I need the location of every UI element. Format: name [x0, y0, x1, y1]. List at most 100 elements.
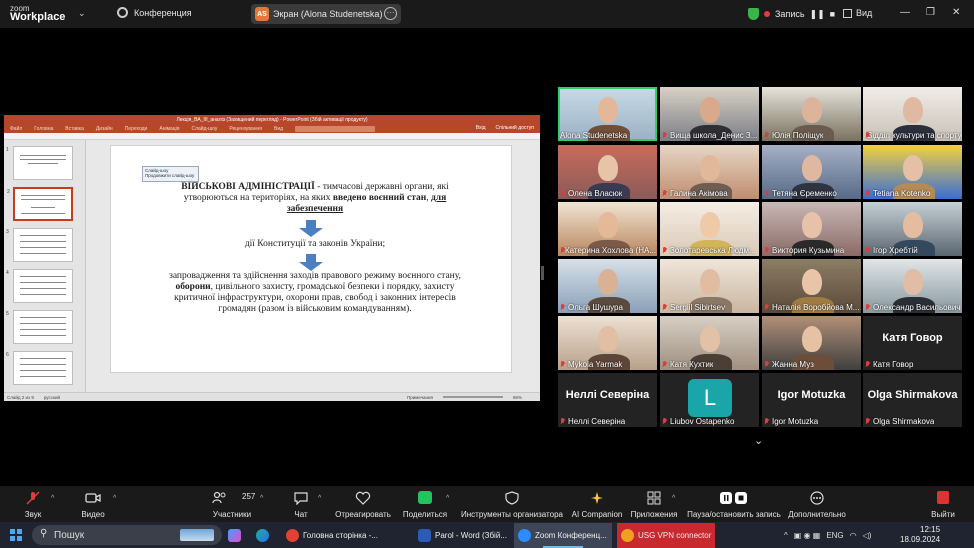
- participant-tile[interactable]: Юлія Поліщук: [762, 87, 861, 141]
- stop-recording-icon[interactable]: ■: [830, 9, 835, 19]
- notes-button[interactable]: Примечания: [407, 395, 433, 400]
- restore-icon[interactable]: ❐: [926, 7, 935, 18]
- participant-name-label: Ольга Шушура: [568, 303, 623, 312]
- language-indicator[interactable]: ENG: [826, 531, 843, 540]
- task-word[interactable]: Parol - Word (Збій...: [414, 523, 510, 548]
- participant-tile[interactable]: Катерина Хохлова (НА...: [558, 202, 657, 256]
- ai-companion-button[interactable]: AI Companion: [572, 486, 622, 522]
- more-icon[interactable]: ···: [384, 7, 397, 20]
- participant-tile[interactable]: L Liubov Ostapenko: [660, 373, 759, 427]
- copilot-app-icon[interactable]: [224, 523, 241, 548]
- task-zoom[interactable]: Zoom Конференц...: [514, 523, 612, 548]
- participant-name-label: Igor Motuzka: [772, 417, 819, 426]
- participant-tile[interactable]: Тетяна Єременко: [762, 145, 861, 199]
- react-button[interactable]: Отреагировать: [334, 486, 392, 522]
- participant-tile[interactable]: Золотаревська Людм...: [660, 202, 759, 256]
- conference-info-button[interactable]: Конференция: [103, 7, 192, 18]
- zoom-slider[interactable]: [442, 396, 503, 398]
- share-caret-icon[interactable]: ^: [446, 495, 449, 502]
- slide-thumb-2[interactable]: 2: [7, 187, 73, 221]
- participant-tile[interactable]: Неллі Северіна Неллі Северіна: [558, 373, 657, 427]
- slide-thumb-6[interactable]: 6: [6, 351, 73, 385]
- zoom-title-bar: zoom Workplace ⌄ Конференция AS Экран (A…: [0, 0, 974, 28]
- participant-tile[interactable]: Tetiana Kotenko: [863, 145, 962, 199]
- leave-button[interactable]: Выйти: [930, 486, 956, 522]
- tab-home[interactable]: Головна: [34, 126, 53, 132]
- clock[interactable]: 12:15 18.09.2024: [900, 525, 940, 545]
- edge-app-icon[interactable]: [252, 523, 269, 548]
- shared-screen-powerpoint[interactable]: Лекція_ВА_ІІІ_аналіз (Захищений перегляд…: [4, 115, 540, 401]
- participant-tile[interactable]: Відділ культури та спорту...: [863, 87, 962, 141]
- chevron-down-icon[interactable]: ⌄: [754, 434, 763, 447]
- participant-tile[interactable]: Sergiil Sibirtsev: [660, 259, 759, 313]
- close-icon[interactable]: ✕: [952, 7, 960, 18]
- task-vpn[interactable]: USG VPN connector: [617, 523, 715, 548]
- task-chrome[interactable]: Головна сторінка -...: [282, 523, 410, 548]
- participant-tile[interactable]: Olga Shirmakova Olga Shirmakova: [863, 373, 962, 427]
- leave-icon: [937, 491, 949, 504]
- apps-caret-icon[interactable]: ^: [672, 495, 675, 502]
- slide-thumb-3[interactable]: 3: [6, 228, 73, 262]
- more-button[interactable]: Дополнительно: [788, 486, 846, 522]
- pause-stop-recording-button[interactable]: Пауза/остановить запись: [687, 486, 781, 522]
- participants-caret-icon[interactable]: ^: [260, 495, 263, 502]
- tab-animation[interactable]: Анімація: [159, 126, 179, 132]
- screen-share-indicator[interactable]: AS Экран (Alona Studenetska) ···: [251, 4, 401, 24]
- participant-tile[interactable]: Ігор Хребтій: [863, 202, 962, 256]
- split-drag-handle[interactable]: [541, 266, 544, 280]
- participant-tile[interactable]: Виктория Кузьмина: [762, 202, 861, 256]
- participant-name: Alona Studenetska: [560, 131, 627, 140]
- sign-in-link[interactable]: Вхід: [476, 125, 486, 131]
- slideshow-popup[interactable]: Слайд-шоу Продовжити слайд-шоу: [142, 166, 199, 182]
- participant-tile[interactable]: Катя Кухтик: [660, 316, 759, 370]
- tab-design[interactable]: Дизайн: [96, 126, 113, 132]
- participant-tile[interactable]: Галина Акімова: [660, 145, 759, 199]
- slide-thumb-4[interactable]: 4: [6, 269, 73, 303]
- volume-icon[interactable]: ◁): [863, 531, 872, 540]
- minimize-icon[interactable]: —: [900, 7, 910, 18]
- chevron-down-icon[interactable]: ⌄: [78, 8, 86, 19]
- participant-tile[interactable]: Наталія Воробйова М...: [762, 259, 861, 313]
- view-button[interactable]: Вид: [843, 8, 872, 18]
- search-highlight-image: [180, 529, 214, 541]
- video-caret-icon[interactable]: ^: [113, 495, 116, 502]
- participant-tile[interactable]: Alona Studenetska: [558, 87, 657, 141]
- apps-button[interactable]: Приложения: [630, 486, 678, 522]
- participants-button[interactable]: 257 Участники: [208, 486, 256, 522]
- participant-tile[interactable]: Igor Motuzka Igor Motuzka: [762, 373, 861, 427]
- host-tools-button[interactable]: Инструменты организатора: [460, 486, 564, 522]
- audio-caret-icon[interactable]: ^: [51, 495, 54, 502]
- tray-app-icons[interactable]: ▣ ◉ ▦: [794, 531, 821, 540]
- video-button[interactable]: Видео: [78, 486, 108, 522]
- share-link[interactable]: Спільний доступ: [496, 125, 534, 131]
- participant-tile[interactable]: Mykola Yarmak: [558, 316, 657, 370]
- participant-tile[interactable]: Олена Власюк: [558, 145, 657, 199]
- participant-tile[interactable]: Катя Говор Катя Говор: [863, 316, 962, 370]
- tray-chevron-icon[interactable]: ^: [784, 531, 788, 540]
- ppt-search-box[interactable]: [295, 125, 376, 132]
- chat-button[interactable]: Чат: [288, 486, 314, 522]
- pause-recording-icon[interactable]: ❚❚: [810, 9, 825, 20]
- recording-indicator[interactable]: Запись ❚❚ ■: [748, 8, 835, 20]
- tab-slideshow[interactable]: Слайд-шоу: [191, 126, 217, 132]
- continue-slideshow-item[interactable]: Продовжити слайд-шоу: [145, 173, 196, 178]
- tab-insert[interactable]: Вставка: [65, 126, 84, 132]
- wifi-icon[interactable]: ◠: [850, 531, 857, 540]
- chat-caret-icon[interactable]: ^: [318, 495, 321, 502]
- tab-view[interactable]: Вид: [274, 126, 283, 132]
- tab-transitions[interactable]: Переходи: [125, 126, 148, 132]
- participant-tile[interactable]: Ольга Шушура: [558, 259, 657, 313]
- taskbar-search[interactable]: ⚲ Пошук: [32, 525, 222, 545]
- audio-button[interactable]: Звук: [18, 486, 48, 522]
- tab-review[interactable]: Рецензування: [229, 126, 262, 132]
- windows-start-icon[interactable]: [10, 529, 22, 541]
- slide-thumb-5[interactable]: 5: [6, 310, 73, 344]
- participant-tile[interactable]: Олександр Васильович: [863, 259, 962, 313]
- slide-thumb-1[interactable]: 1: [6, 146, 73, 180]
- chrome-icon: [286, 529, 299, 542]
- participant-tile[interactable]: Вища школа_Денис З...: [660, 87, 759, 141]
- share-screen-button[interactable]: Поделиться: [402, 486, 448, 522]
- participant-tile[interactable]: Жанна Муз: [762, 316, 861, 370]
- participant-name-label: Tetiana Kotenko: [873, 189, 931, 198]
- tab-file[interactable]: Файл: [10, 126, 22, 132]
